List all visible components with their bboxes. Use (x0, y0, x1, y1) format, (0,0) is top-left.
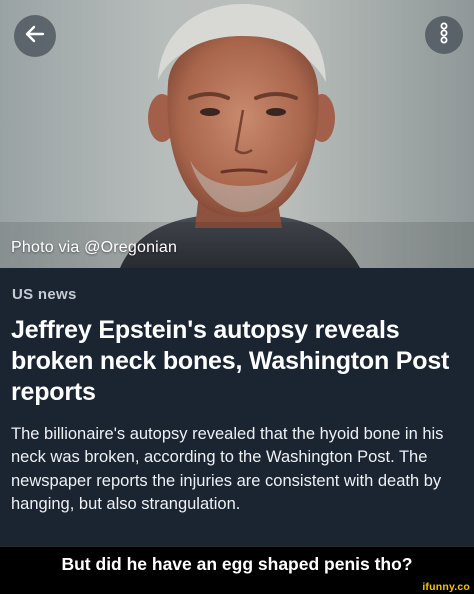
watermark: ifunny.co (422, 581, 470, 593)
article-summary: The billionaire's autopsy revealed that … (11, 425, 444, 514)
photo-credit: Photo via @Oregonian (11, 239, 178, 256)
back-button[interactable] (14, 15, 56, 57)
meme-caption: But did he have an egg shaped penis tho? (61, 554, 413, 574)
article-headline[interactable]: Jeffrey Epstein's autopsy reveals broken… (11, 315, 466, 408)
article-photo: Photo via @Oregonian (0, 0, 474, 268)
more-options-button[interactable] (425, 16, 463, 54)
portrait-image (0, 4, 474, 268)
more-vertical-icon (437, 21, 451, 50)
arrow-left-icon (23, 22, 47, 51)
article-category[interactable]: US news (12, 286, 77, 303)
